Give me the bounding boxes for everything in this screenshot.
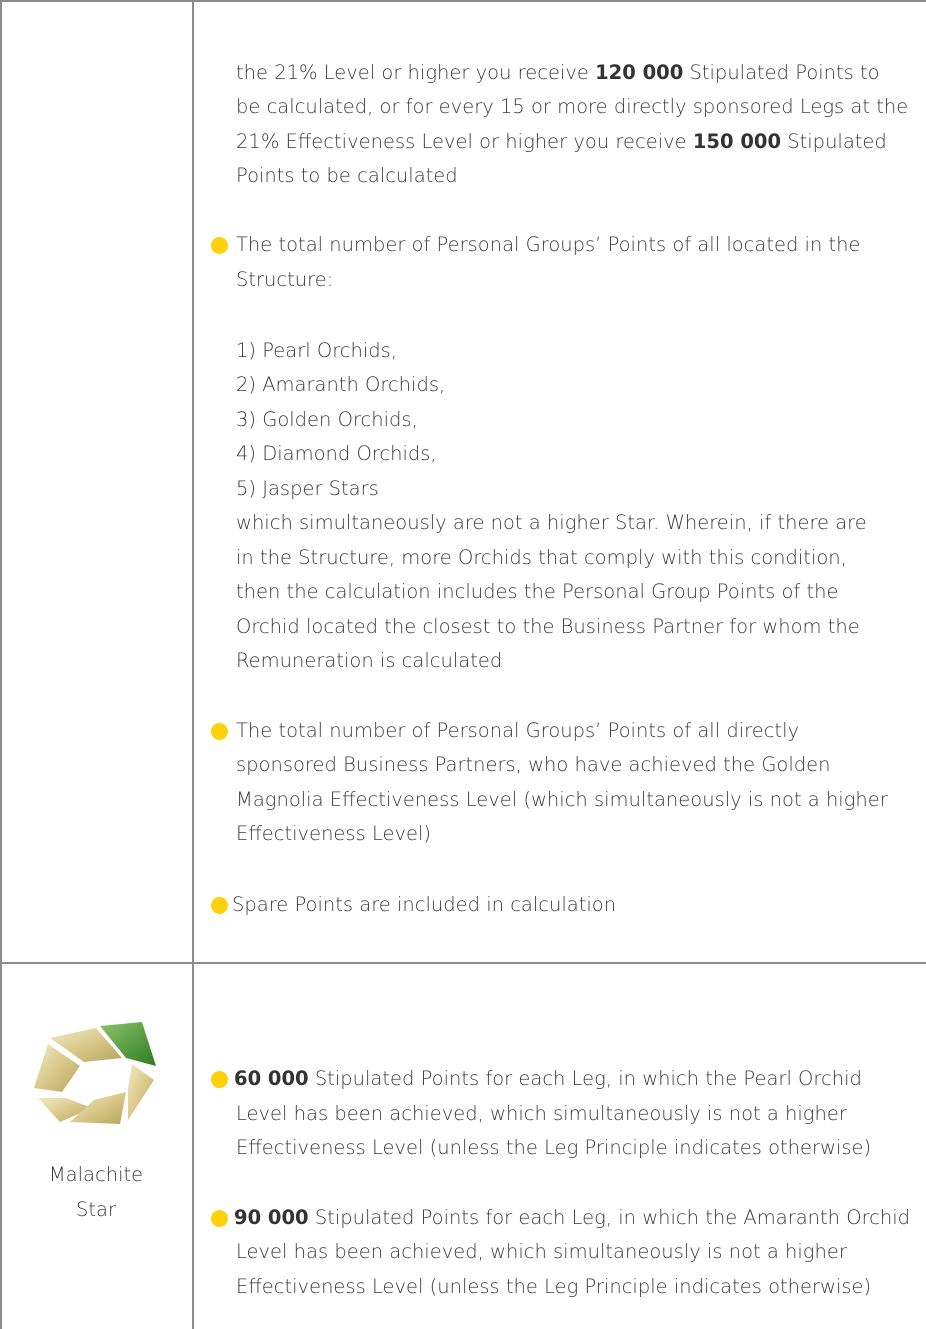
bullet2-line-3: Magnolia Effectiveness Level (which simu… [236,788,888,811]
star-name-line-2: Star [76,1198,116,1221]
table-top-border [0,0,926,2]
intro-line-3: 21% Effectiveness Level or higher you re… [236,130,887,153]
list-item-jasper: 5) Jasper Stars [236,477,379,500]
malachite-star-logo-icon [34,1022,156,1124]
bullet2-line-4: Effectiveness Level) [236,822,432,845]
bullet1-line-1: The total number of Personal Groups’ Poi… [236,233,861,256]
list-item-diamond: 4) Diamond Orchids, [236,442,437,465]
star-name-line-1: Malachite [48,1163,144,1186]
bullet-dot-icon [211,897,228,914]
after-list-line-5: Remuneration is calculated [236,649,503,672]
after-list-line-4: Orchid located the closest to the Busine… [236,615,860,638]
after-list-line-1: which simultaneously are not a higher St… [236,511,867,534]
bullet1-line-2: Structure: [236,268,334,291]
intro-line-4: Points to be calculated [236,164,458,187]
bullet-dot-icon [211,1210,228,1227]
bullet5-line-2: Level has been achieved, which simultane… [236,1240,847,1263]
bullet4-line-1: 60 000 Stipulated Points for each Leg, i… [234,1067,862,1090]
list-item-pearl: 1) Pearl Orchids, [236,339,398,362]
bullet3-line: Spare Points are included in calculation [232,893,617,916]
bullet2-line-2: sponsored Business Partners, who have ac… [236,753,831,776]
bullet5-line-1: 90 000 Stipulated Points for each Leg, i… [234,1206,911,1229]
bullet4-line-2: Level has been achieved, which simultane… [236,1102,847,1125]
intro-line-2: be calculated, or for every 15 or more d… [236,95,909,118]
bullet-dot-icon [211,723,228,740]
table-left-border [0,0,2,1329]
after-list-line-3: then the calculation includes the Person… [236,580,839,603]
list-item-amaranth: 2) Amaranth Orchids, [236,373,446,396]
list-item-golden: 3) Golden Orchids, [236,408,418,431]
bullet-dot-icon [211,1071,228,1088]
rewards-table: the 21% Level or higher you receive 120 … [0,0,926,1329]
intro-line-1: the 21% Level or higher you receive 120 … [236,61,880,84]
bullet-dot-icon [211,237,228,254]
table-row-divider [0,962,926,964]
table-column-divider [192,0,194,1329]
bullet5-line-3: Effectiveness Level (unless the Leg Prin… [236,1275,872,1298]
after-list-line-2: in the Structure, more Orchids that comp… [236,546,847,569]
bullet2-line-1: The total number of Personal Groups’ Poi… [236,719,800,742]
bullet4-line-3: Effectiveness Level (unless the Leg Prin… [236,1136,872,1159]
